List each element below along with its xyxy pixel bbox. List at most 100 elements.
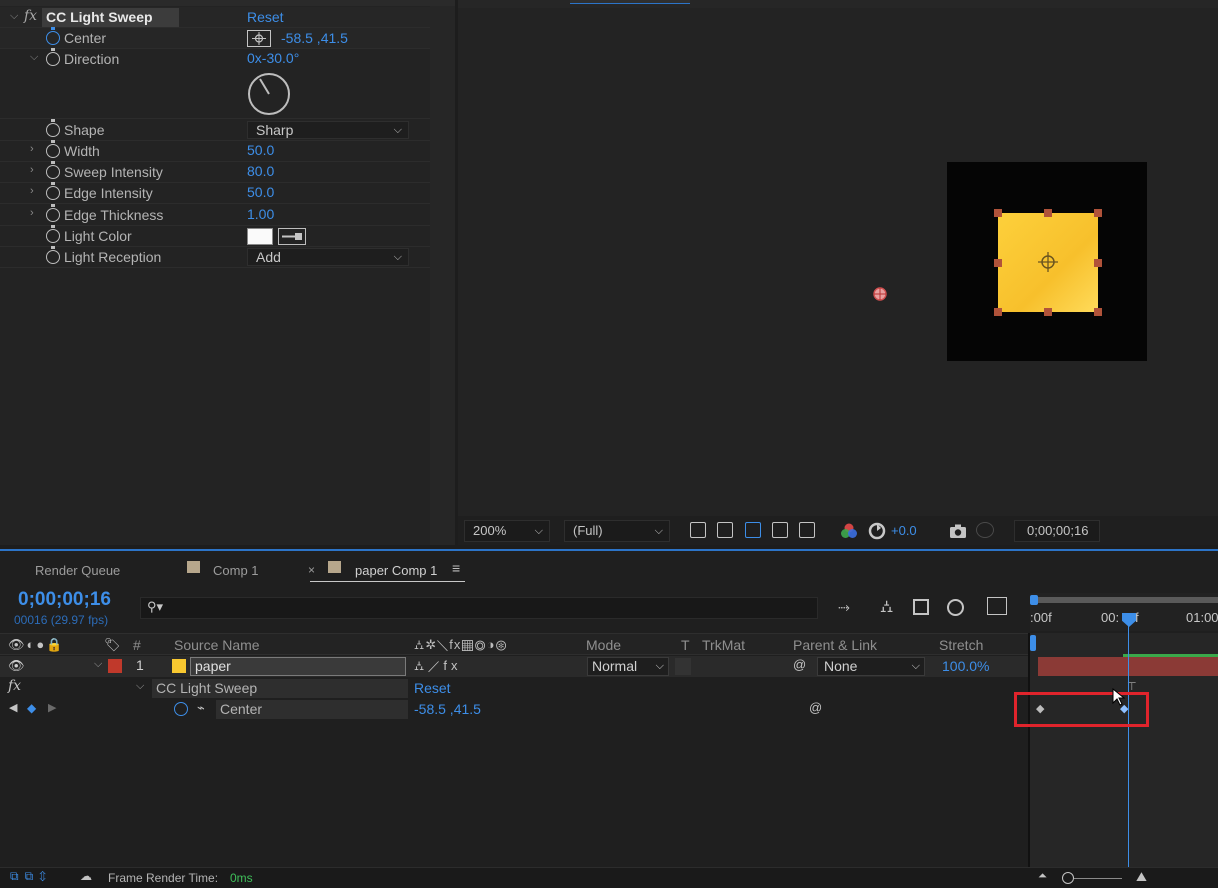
time-ruler[interactable]: :00f 00: f 01:00 [1030,593,1218,631]
property-light-reception-row[interactable]: Light Reception Add ⌵ [0,246,430,268]
direction-value[interactable]: 0x-30.0° [247,50,299,66]
property-width-row[interactable]: › Width 50.0 [0,140,430,162]
effect-name[interactable]: CC Light Sweep [42,8,179,27]
work-area-start-handle[interactable] [1030,595,1038,605]
width-value[interactable]: 50.0 [247,142,274,158]
footer-toggle-icons[interactable]: ⧉⧉⇕ [10,869,52,884]
column-mode[interactable]: Mode [586,637,621,653]
grid-guides-icon[interactable] [799,522,815,538]
property-center-row[interactable]: Center -58.5 ,41.5 [0,27,430,49]
crosshair-target-icon[interactable] [247,30,271,47]
column-parent-link[interactable]: Parent & Link [793,637,877,653]
stopwatch-icon[interactable] [46,204,60,222]
graph-icon[interactable]: ⌁ [197,700,205,716]
av-switches-icon[interactable]: 👁◐●🔒 [8,637,64,653]
fast-previews-icon[interactable] [690,522,706,538]
collapse-chevron-icon[interactable]: ⌵ [94,658,102,671]
transform-handle[interactable] [994,209,1002,217]
stopwatch-icon[interactable] [174,702,188,716]
panel-menu-icon[interactable]: ≡ [452,560,460,576]
mode-dropdown[interactable]: Normal ⌵ [587,657,669,676]
transform-handle[interactable] [1044,209,1052,217]
eyedropper-icon[interactable] [278,228,306,245]
close-tab-icon[interactable]: × [308,563,315,577]
sweep-intensity-value[interactable]: 80.0 [247,163,274,179]
next-keyframe-icon[interactable]: ▶ [48,701,56,714]
parent-dropdown[interactable]: None ⌵ [817,657,925,676]
snapshot-camera-icon[interactable] [949,523,967,539]
layer-search-input[interactable]: ⚲▾ [140,597,818,619]
column-stretch[interactable]: Stretch [939,637,983,653]
show-snapshot-icon[interactable] [976,522,994,538]
transform-handle[interactable] [1044,308,1052,316]
column-source-name[interactable]: Source Name [174,637,260,653]
mask-visibility-icon[interactable] [745,522,761,538]
zoom-out-icon[interactable]: ⏶ [1038,870,1047,883]
work-area-bar[interactable] [1030,597,1218,603]
stopwatch-icon[interactable] [46,27,60,45]
anchor-point-icon[interactable] [1037,251,1059,273]
column-t[interactable]: T [681,637,690,653]
effect-reset-link[interactable]: Reset [247,9,284,25]
transform-handle[interactable] [1094,308,1102,316]
region-of-interest-icon[interactable] [772,522,788,538]
property-sweep-intensity-row[interactable]: › Sweep Intensity 80.0 [0,161,430,183]
layer-label-color[interactable] [108,659,122,673]
light-reception-dropdown[interactable]: Add ⌵ [247,248,409,266]
zoom-slider-track[interactable] [1074,878,1122,879]
panel-scrollbar[interactable] [430,6,455,545]
stopwatch-icon[interactable] [46,119,60,137]
color-swatch[interactable] [247,228,273,245]
label-tag-icon[interactable]: 🏷 [104,637,121,653]
column-trkmat[interactable]: TrkMat [702,637,745,653]
stopwatch-icon[interactable] [46,161,60,179]
layer-name[interactable]: paper [190,657,406,676]
expression-pick-whip-icon[interactable]: @ [809,700,822,715]
property-row-name[interactable]: Center [216,700,408,719]
property-row-value[interactable]: -58.5 ,41.5 [414,701,481,717]
angle-dial[interactable] [246,73,292,117]
transparency-grid-icon[interactable] [717,522,733,538]
draft-3d-icon[interactable]: ⛼ [880,597,893,619]
effect-center-point-icon[interactable] [872,286,888,302]
frame-blending-icon[interactable] [913,599,929,615]
motion-blur-icon[interactable] [947,599,964,616]
effect-row-reset[interactable]: Reset [414,680,451,696]
stopwatch-icon[interactable] [46,48,60,66]
property-edge-intensity-row[interactable]: › Edge Intensity 50.0 [0,182,430,204]
transform-handle[interactable] [1094,258,1102,267]
exposure-value[interactable]: +0.0 [891,523,917,538]
viewer-timecode[interactable]: 0;00;00;16 [1014,520,1100,542]
tab-comp-1[interactable]: Comp 1 [213,563,259,578]
stopwatch-icon[interactable] [46,225,60,243]
shape-dropdown[interactable]: Sharp ⌵ [247,121,409,139]
transform-handle[interactable] [1094,209,1102,217]
layer-switches[interactable]: ⛼⟋fx [414,658,461,676]
stretch-value[interactable]: 100.0% [942,658,989,674]
expand-chevron-icon[interactable]: › [30,164,34,176]
stopwatch-icon[interactable] [46,182,60,200]
add-keyframe-icon[interactable]: ◆ [27,701,36,715]
zoom-slider-handle[interactable] [1062,872,1074,884]
active-comp-tab[interactable] [570,0,690,4]
collapse-chevron-icon[interactable]: ⌵ [30,51,38,64]
center-value[interactable]: -58.5 ,41.5 [281,30,348,46]
stopwatch-icon[interactable] [46,140,60,158]
edge-intensity-value[interactable]: 50.0 [247,184,274,200]
expand-chevron-icon[interactable]: › [30,143,34,155]
motion-blur-footer-icon[interactable]: ☁ [80,869,92,883]
effect-header-row[interactable]: ⌵ fx CC Light Sweep Reset [0,7,430,28]
collapse-chevron-icon[interactable]: ⌵ [136,680,144,693]
expand-chevron-icon[interactable]: › [30,185,34,197]
collapse-chevron-icon[interactable]: ⌵ [10,10,18,23]
graph-editor-icon[interactable] [987,597,1007,615]
tab-paper-comp-1[interactable]: paper Comp 1 [355,563,437,578]
zoom-dropdown[interactable]: 200% ⌵ [464,520,550,542]
property-edge-thickness-row[interactable]: › Edge Thickness 1.00 [0,204,430,226]
color-channels-icon[interactable] [840,522,858,540]
edge-thickness-value[interactable]: 1.00 [247,206,274,222]
reset-exposure-icon[interactable] [868,522,886,540]
effect-row-name[interactable]: CC Light Sweep [152,679,408,698]
composition-mini-flowchart-icon[interactable]: ⤑ [838,599,850,616]
transform-handle[interactable] [994,258,1002,267]
